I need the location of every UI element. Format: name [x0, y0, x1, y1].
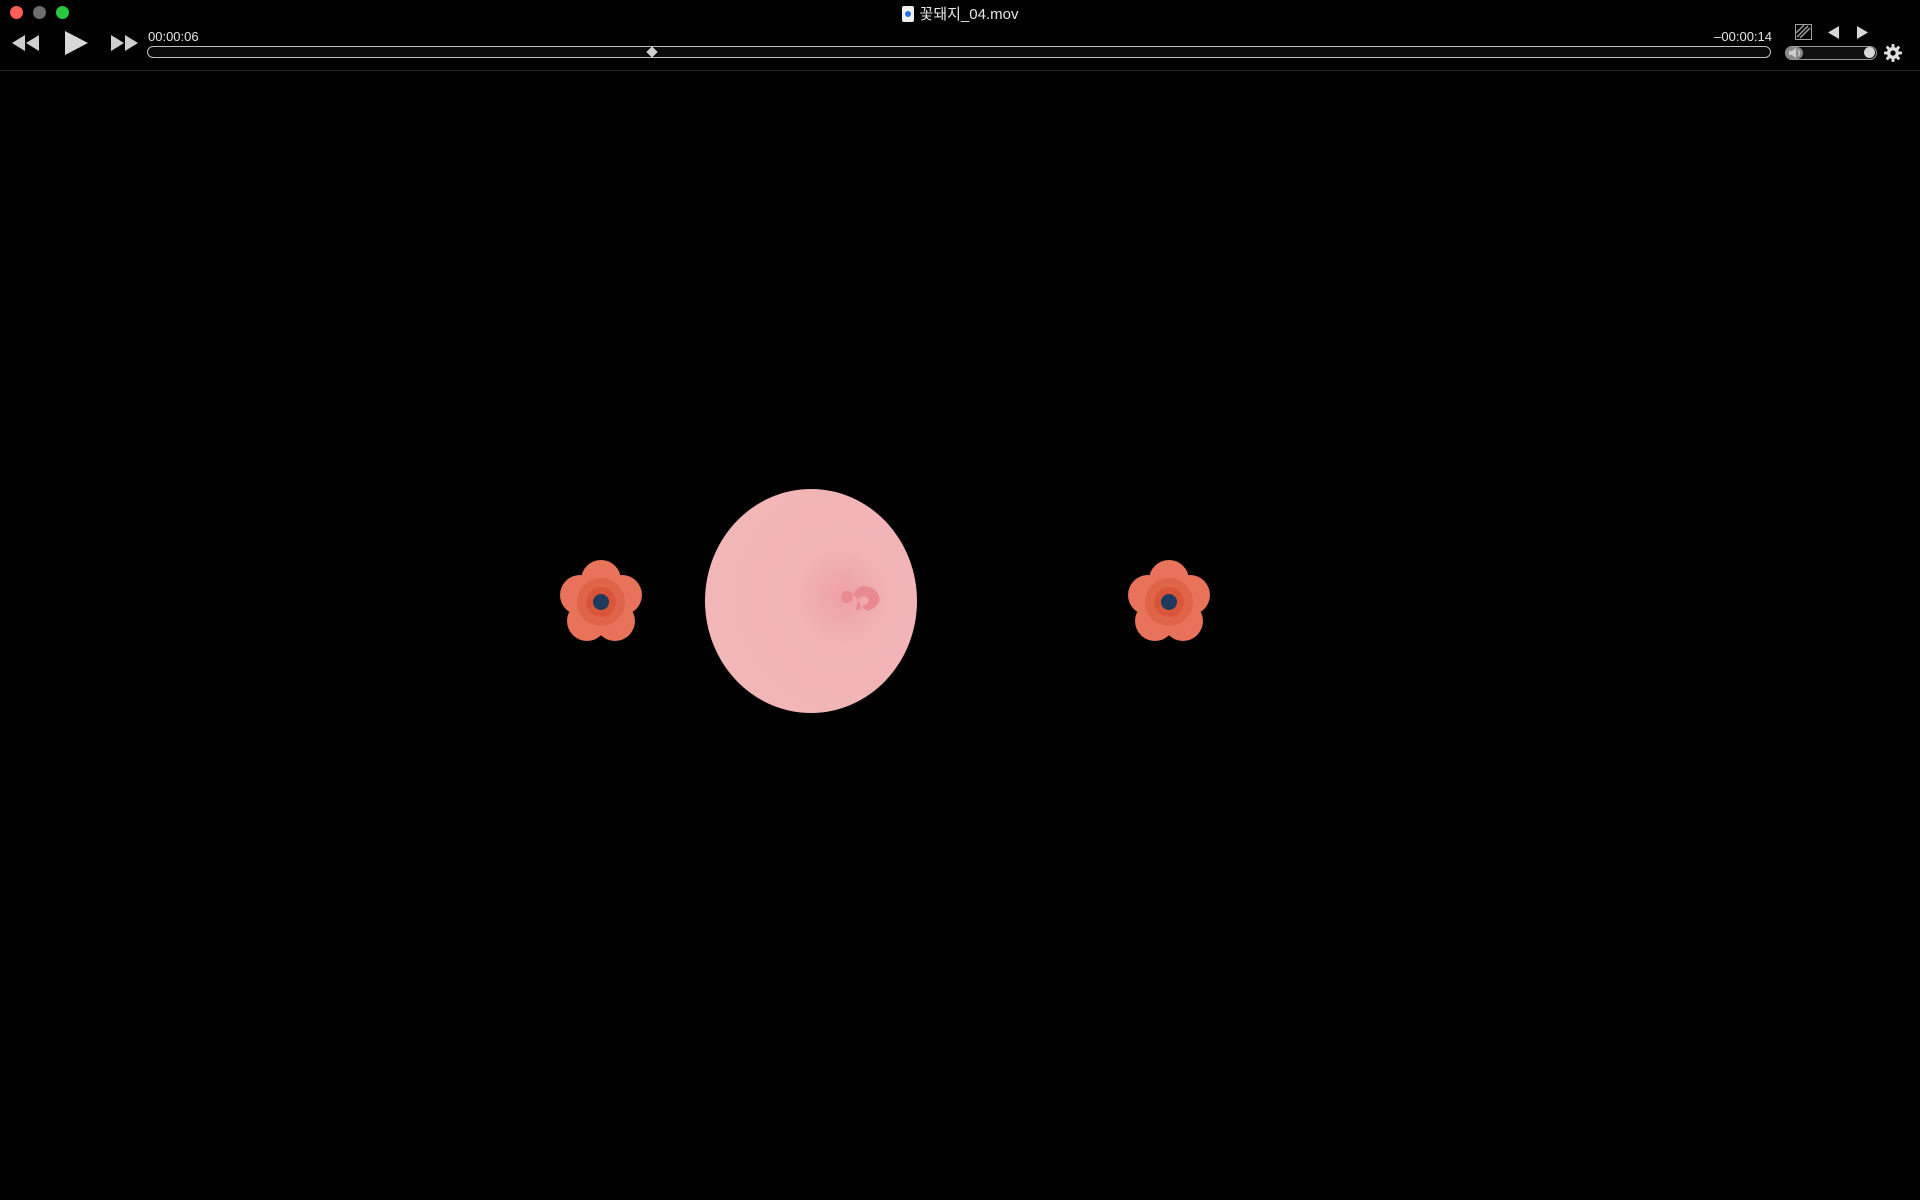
next-chapter-button[interactable]	[1856, 25, 1868, 44]
step-forward-icon	[1857, 25, 1868, 39]
settings-button[interactable]	[1884, 44, 1902, 67]
step-back-icon	[1828, 25, 1839, 39]
video-frame	[560, 489, 1210, 713]
aspect-ratio-button[interactable]	[1795, 24, 1812, 45]
left-flower	[560, 560, 642, 641]
title-bar: 꽃돼지_04.mov 00:00:06 –00:00:14	[0, 0, 1920, 71]
speaker-icon	[1789, 48, 1801, 58]
right-controls	[1795, 24, 1868, 45]
playhead[interactable]	[646, 46, 658, 58]
fast-forward-icon	[111, 35, 138, 51]
elapsed-time: 00:00:06	[148, 29, 199, 44]
video-canvas[interactable]	[0, 71, 1920, 1200]
movie-file-icon	[901, 5, 914, 22]
timeline-scrubber[interactable]	[147, 46, 1771, 58]
previous-chapter-button[interactable]	[1828, 25, 1840, 44]
right-flower	[1128, 560, 1210, 641]
window-title-text: 꽃돼지_04.mov	[919, 6, 1019, 23]
fast-forward-button[interactable]	[108, 33, 140, 58]
rewind-button[interactable]	[10, 33, 42, 58]
play-button[interactable]	[62, 29, 90, 62]
pig-character	[705, 489, 917, 713]
gear-icon	[1884, 44, 1902, 62]
rewind-icon	[12, 35, 39, 51]
window-title: 꽃돼지_04.mov	[0, 3, 1920, 24]
volume-knob[interactable]	[1864, 47, 1875, 58]
aspect-ratio-icon	[1795, 24, 1812, 40]
play-icon	[65, 31, 88, 55]
transport-controls	[10, 29, 140, 62]
video-player-window: 꽃돼지_04.mov 00:00:06 –00:00:14	[0, 0, 1920, 1200]
remaining-time: –00:00:14	[1714, 29, 1772, 44]
